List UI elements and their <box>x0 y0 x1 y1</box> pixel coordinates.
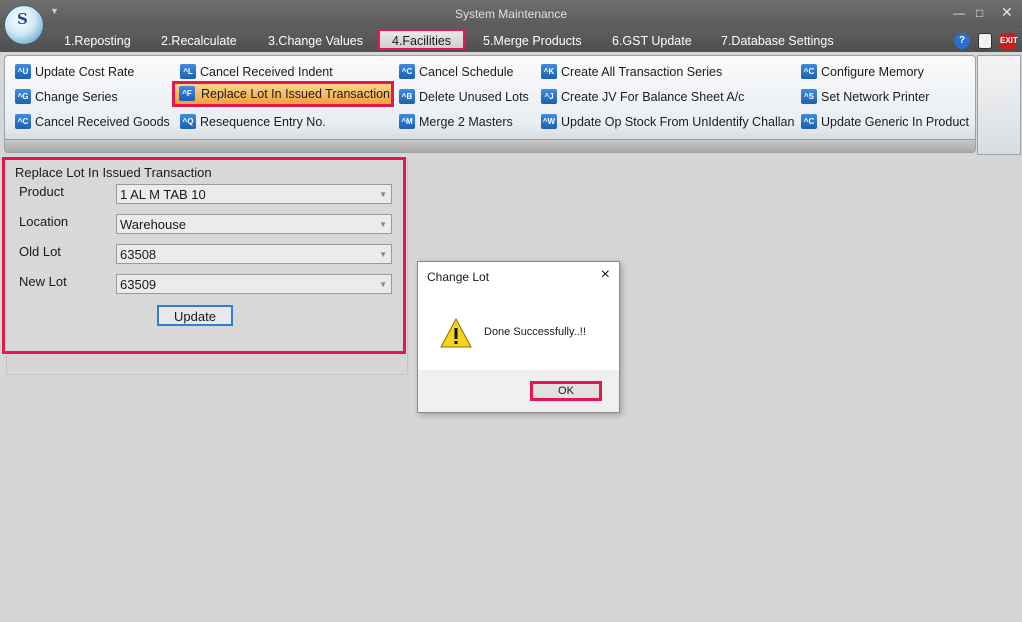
create-jv-icon: ^J <box>541 89 557 104</box>
help-icon[interactable]: ? <box>954 33 970 49</box>
menu-bar: 1.Reposting 2.Recalculate 3.Change Value… <box>0 28 1022 52</box>
close-window-icon[interactable]: ✕ <box>1001 4 1013 21</box>
ribbon-configure-memory[interactable]: ^C Configure Memory <box>799 62 924 82</box>
ribbon-create-all-transaction-series[interactable]: ^K Create All Transaction Series <box>539 62 722 82</box>
quick-access-dropdown-icon[interactable]: ▼ <box>50 6 59 16</box>
update-generic-icon: ^C <box>801 114 817 129</box>
new-lot-label: New Lot <box>19 274 67 289</box>
maximize-icon[interactable]: □ <box>976 6 983 20</box>
change-series-icon: ^G <box>15 89 31 104</box>
old-lot-value: 63508 <box>120 247 157 262</box>
chevron-down-icon[interactable]: ▼ <box>379 275 387 295</box>
minimize-icon[interactable]: — <box>953 6 965 20</box>
ribbon-create-jv-balance-sheet[interactable]: ^J Create JV For Balance Sheet A/c <box>539 87 744 107</box>
close-icon[interactable]: × <box>601 266 610 284</box>
document-icon[interactable] <box>978 33 992 49</box>
ribbon-side-panel <box>977 55 1021 155</box>
menu-database-settings[interactable]: 7.Database Settings <box>721 34 834 48</box>
update-button[interactable]: Update <box>157 305 233 326</box>
ok-button[interactable]: OK <box>530 381 602 401</box>
create-transaction-series-icon: ^K <box>541 64 557 79</box>
change-lot-dialog: Change Lot × Done Successfully..!! OK <box>417 261 620 413</box>
chevron-down-icon[interactable]: ▼ <box>379 245 387 265</box>
chevron-down-icon[interactable]: ▼ <box>379 185 387 205</box>
chevron-down-icon[interactable]: ▼ <box>379 215 387 235</box>
ribbon-cancel-schedule[interactable]: ^C Cancel Schedule <box>397 62 514 82</box>
delete-unused-lots-icon: ^B <box>399 89 415 104</box>
menu-merge-products[interactable]: 5.Merge Products <box>483 34 582 48</box>
app-logo[interactable]: S <box>4 5 44 45</box>
location-label: Location <box>19 214 69 229</box>
update-cost-rate-icon: ^U <box>15 64 31 79</box>
window-title: System Maintenance <box>454 7 568 21</box>
ribbon-cancel-received-indent[interactable]: ^L Cancel Received Indent <box>178 62 333 82</box>
cancel-received-goods-icon: ^C <box>15 114 31 129</box>
menu-change-values[interactable]: 3.Change Values <box>268 34 363 48</box>
location-select[interactable]: Warehouse ▼ <box>116 214 392 234</box>
ribbon-panel: ^U Update Cost Rate ^G Change Series ^C Can… <box>4 55 976 153</box>
replace-lot-form: Replace Lot In Issued Transaction Produc… <box>2 157 406 354</box>
new-lot-select[interactable]: 63509 ▼ <box>116 274 392 294</box>
menu-gst-update[interactable]: 6.GST Update <box>612 34 692 48</box>
new-lot-value: 63509 <box>120 277 157 292</box>
update-op-stock-icon: ^W <box>541 114 557 129</box>
dialog-message: Done Successfully..!! <box>484 326 586 338</box>
warning-icon <box>440 318 472 348</box>
product-value: 1 AL M TAB 10 <box>120 187 206 202</box>
resequence-entry-icon: ^Q <box>180 114 196 129</box>
ribbon-update-generic-in-product[interactable]: ^C Update Generic In Product <box>799 112 969 132</box>
menu-reposting[interactable]: 1.Reposting <box>64 34 131 48</box>
replace-lot-icon: ^F <box>179 86 195 101</box>
ribbon-set-network-printer[interactable]: ^S Set Network Printer <box>799 87 929 107</box>
ribbon-change-series[interactable]: ^G Change Series <box>13 87 118 107</box>
product-select[interactable]: 1 AL M TAB 10 ▼ <box>116 184 392 204</box>
menu-recalculate[interactable]: 2.Recalculate <box>161 34 237 48</box>
ribbon-update-cost-rate[interactable]: ^U Update Cost Rate <box>13 62 134 82</box>
ribbon-replace-lot-in-issued-transaction[interactable]: ^F Replace Lot In Issued Transaction <box>172 81 394 107</box>
old-lot-select[interactable]: 63508 ▼ <box>116 244 392 264</box>
dialog-footer: OK <box>418 370 619 412</box>
merge-masters-icon: ^M <box>399 114 415 129</box>
title-bar: System Maintenance — □ ✕ <box>0 0 1022 28</box>
ribbon-merge-2-masters[interactable]: ^M Merge 2 Masters <box>397 112 513 132</box>
configure-memory-icon: ^C <box>801 64 817 79</box>
location-value: Warehouse <box>120 217 186 232</box>
old-lot-label: Old Lot <box>19 244 61 259</box>
ribbon-cancel-received-goods[interactable]: ^C Cancel Received Goods <box>13 112 170 132</box>
dialog-title: Change Lot <box>427 270 490 284</box>
ribbon-delete-unused-lots[interactable]: ^B Delete Unused Lots <box>397 87 529 107</box>
ribbon-update-op-stock[interactable]: ^W Update Op Stock From UnIdentify Challa… <box>539 112 794 132</box>
ribbon-footer <box>5 139 975 152</box>
exit-icon[interactable]: EXIT <box>1000 33 1018 49</box>
menu-facilities[interactable]: 4.Facilities <box>378 29 466 50</box>
network-printer-icon: ^S <box>801 89 817 104</box>
cancel-schedule-icon: ^C <box>399 64 415 79</box>
cancel-received-indent-icon: ^L <box>180 64 196 79</box>
product-label: Product <box>19 184 64 199</box>
ribbon-resequence-entry-no[interactable]: ^Q Resequence Entry No. <box>178 112 326 132</box>
form-title: Replace Lot In Issued Transaction <box>15 165 212 180</box>
